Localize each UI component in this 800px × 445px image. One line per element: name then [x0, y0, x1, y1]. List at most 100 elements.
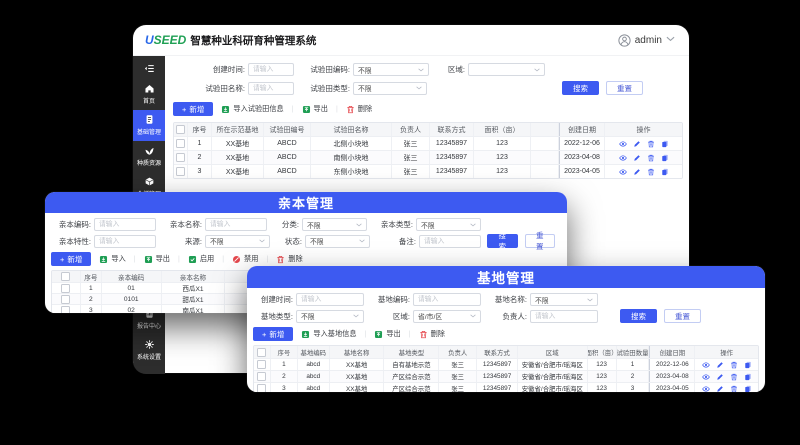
- eye-icon[interactable]: [702, 373, 710, 381]
- field-label: 创建时间:: [173, 64, 245, 75]
- table-cell: [605, 151, 682, 164]
- select-all-checkbox[interactable]: [176, 125, 185, 134]
- row-checkbox[interactable]: [61, 295, 70, 304]
- table-cell: XX基地: [330, 383, 385, 392]
- delete-icon: [276, 255, 285, 264]
- base-select[interactable]: 不限: [530, 293, 598, 306]
- trash-icon[interactable]: [647, 140, 655, 148]
- trash-icon[interactable]: [730, 373, 738, 381]
- base-select[interactable]: 不限: [296, 310, 364, 323]
- toolbar-delete-button[interactable]: 删除: [346, 104, 372, 114]
- parent-select[interactable]: 不限: [416, 218, 481, 231]
- toolbar-disable-button[interactable]: 禁用: [232, 254, 258, 264]
- parent-input[interactable]: [94, 218, 156, 231]
- edit-icon[interactable]: [716, 373, 724, 381]
- trash-icon[interactable]: [647, 168, 655, 176]
- base-input[interactable]: [296, 293, 364, 306]
- reset-button[interactable]: 重置: [606, 81, 643, 95]
- row-checkbox[interactable]: [176, 153, 185, 162]
- row-checkbox[interactable]: [257, 372, 266, 381]
- parent-input[interactable]: [205, 218, 267, 231]
- field-label: 亲本编码:: [51, 219, 91, 230]
- field-label: 基地名称:: [487, 294, 527, 305]
- toolbar-delete-button[interactable]: 删除: [419, 329, 445, 339]
- sidebar-item-home[interactable]: 首页: [133, 79, 165, 110]
- edit-icon[interactable]: [633, 140, 641, 148]
- eye-icon[interactable]: [619, 154, 627, 162]
- add-button[interactable]: +新增: [253, 327, 293, 341]
- cell-checkbox: [52, 283, 81, 293]
- sidebar-item-collapse[interactable]: [133, 59, 165, 79]
- add-button[interactable]: +新增: [173, 102, 213, 116]
- parent-input[interactable]: [94, 235, 156, 248]
- edit-icon[interactable]: [633, 168, 641, 176]
- search-button[interactable]: 搜索: [620, 309, 657, 323]
- eye-icon[interactable]: [702, 361, 710, 369]
- username: admin: [635, 35, 662, 46]
- parent-select[interactable]: 不限: [305, 235, 370, 248]
- add-button-label: 新增: [269, 329, 284, 340]
- select-all-checkbox[interactable]: [61, 272, 70, 281]
- toolbar-delete-button[interactable]: 删除: [276, 254, 302, 264]
- main-select[interactable]: 不限: [353, 63, 429, 76]
- copy-icon[interactable]: [744, 373, 752, 381]
- add-button[interactable]: +新增: [51, 252, 91, 266]
- trash-icon[interactable]: [730, 385, 738, 393]
- table-cell: 张三: [439, 359, 477, 370]
- row-checkbox[interactable]: [257, 360, 266, 369]
- app-title: 智慧种业科研育种管理系统: [190, 33, 316, 48]
- trash-icon[interactable]: [730, 361, 738, 369]
- reset-button[interactable]: 重置: [664, 309, 701, 323]
- filter-row: 亲本编码:亲本名称:分类:不限亲本类型:不限: [51, 218, 561, 231]
- copy-icon[interactable]: [661, 168, 669, 176]
- cell-checkbox: [254, 371, 271, 382]
- reset-button[interactable]: 重置: [525, 234, 556, 248]
- eye-icon[interactable]: [619, 168, 627, 176]
- toolbar-import-button[interactable]: 导入: [99, 254, 125, 264]
- parent-select[interactable]: 不限: [302, 218, 367, 231]
- chevron-down-icon: [356, 223, 362, 227]
- toolbar-import-button[interactable]: 导入基地信息: [301, 329, 356, 339]
- select-all-checkbox[interactable]: [257, 348, 266, 357]
- row-checkbox[interactable]: [61, 284, 70, 293]
- row-checkbox[interactable]: [257, 384, 266, 392]
- base-filters: 创建时间:基地编码:基地名称:不限基地类型:不限区域:省/市/区负责人:搜索重置: [253, 293, 759, 323]
- table-cell: abcd: [298, 371, 330, 382]
- toolbar-import-button[interactable]: 导入试验田信息: [221, 104, 283, 114]
- toolbar-enable-button[interactable]: 启用: [188, 254, 214, 264]
- toolbar-export-button[interactable]: 导出: [144, 254, 170, 264]
- parent-select[interactable]: 不限: [205, 235, 270, 248]
- base-select[interactable]: 省/市/区: [413, 310, 481, 323]
- edit-icon[interactable]: [633, 154, 641, 162]
- main-input[interactable]: [248, 63, 294, 76]
- copy-icon[interactable]: [661, 140, 669, 148]
- base-input[interactable]: [530, 310, 598, 323]
- main-input[interactable]: [248, 82, 294, 95]
- base-input[interactable]: [413, 293, 481, 306]
- search-button[interactable]: 搜索: [562, 81, 599, 95]
- parent-input[interactable]: [419, 235, 481, 248]
- toolbar-export-button[interactable]: 导出: [374, 329, 400, 339]
- sidebar-item-system-settings[interactable]: 系统设置: [133, 335, 165, 366]
- edit-icon[interactable]: [716, 361, 724, 369]
- row-checkbox[interactable]: [176, 167, 185, 176]
- copy-icon[interactable]: [744, 385, 752, 393]
- filter-field: 基地类型:不限: [253, 310, 364, 323]
- edit-icon[interactable]: [716, 385, 724, 393]
- user-menu[interactable]: admin: [618, 34, 675, 47]
- main-select[interactable]: [468, 63, 545, 76]
- eye-icon[interactable]: [619, 140, 627, 148]
- copy-icon[interactable]: [661, 154, 669, 162]
- main-select[interactable]: 不限: [353, 82, 427, 95]
- table-cell: 2023-04-08: [559, 151, 605, 164]
- trash-icon[interactable]: [647, 154, 655, 162]
- row-checkbox[interactable]: [61, 306, 70, 314]
- toolbar-export-button[interactable]: 导出: [302, 104, 328, 114]
- search-button[interactable]: 搜索: [487, 234, 518, 248]
- copy-icon[interactable]: [744, 361, 752, 369]
- header-cell: 操作: [695, 346, 758, 358]
- row-checkbox[interactable]: [176, 139, 185, 148]
- sidebar-item-basic-management[interactable]: 基础管理: [133, 110, 165, 141]
- sidebar-item-germplasm[interactable]: 种质资源: [133, 141, 165, 172]
- eye-icon[interactable]: [702, 385, 710, 393]
